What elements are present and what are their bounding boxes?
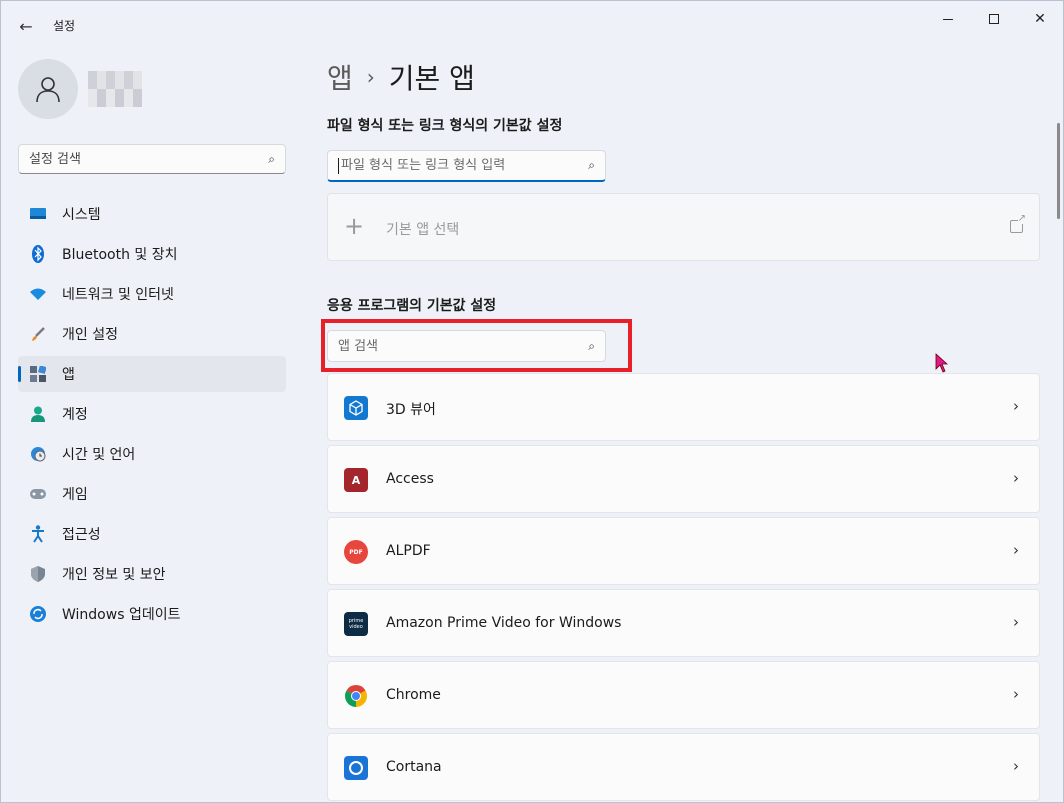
sidebar-item-windows-update[interactable]: Windows 업데이트 [18,596,286,632]
sidebar-item-apps[interactable]: 앱 [18,356,286,392]
back-button[interactable]: ← [11,13,41,39]
alpdf-icon-text: PDF [349,548,363,556]
page-title: 기본 앱 [388,62,475,95]
settings-search-box[interactable]: ⌕ [18,144,286,174]
file-type-search-input[interactable] [341,158,589,173]
app-name: ALPDF [386,543,431,559]
app-row-alpdf[interactable]: PDF ALPDF › [327,517,1040,585]
file-type-section-title: 파일 형식 또는 링크 형식의 기본값 설정 [327,118,563,134]
app-name: Chrome [386,687,441,703]
sidebar-item-label: 개인 설정 [62,327,118,343]
sidebar-item-accessibility[interactable]: 접근성 [18,516,286,552]
app-row-cortana[interactable]: Cortana › [327,733,1040,801]
window-title: 설정 [53,19,76,33]
search-icon: ⌕ [268,151,275,166]
access-icon: A [344,468,368,492]
alpdf-icon: PDF [344,540,368,564]
chevron-right-icon: › [1013,757,1019,775]
update-icon [28,604,48,624]
file-type-search-box[interactable]: ⌕ [327,150,606,182]
app-row-3d-viewer[interactable]: 3D 뷰어 › [327,373,1040,441]
sidebar-nav: 시스템 Bluetooth 및 장치 네트워크 및 인터넷 개인 설정 앱 계정… [18,196,286,636]
chevron-right-icon: › [1013,397,1019,415]
chrome-icon [344,684,368,708]
sidebar-item-gaming[interactable]: 게임 [18,476,286,512]
sidebar-item-label: 네트워크 및 인터넷 [62,287,174,303]
search-icon: ⌕ [588,158,595,172]
minimize-icon [943,18,953,20]
prime-video-icon-text: prime video [348,618,364,630]
chevron-right-icon: › [1013,613,1019,631]
sidebar-item-label: Windows 업데이트 [62,607,181,623]
maximize-button[interactable] [971,5,1017,33]
apps-icon [28,364,48,384]
gamepad-icon [28,484,48,504]
plus-icon: + [344,212,365,240]
text-caret [338,157,339,174]
sidebar-item-time-language[interactable]: 시간 및 언어 [18,436,286,472]
choose-default-app-label: 기본 앱 선택 [386,222,460,238]
breadcrumb: 앱 › 기본 앱 [327,57,475,97]
shield-icon [28,564,48,584]
app-name: Amazon Prime Video for Windows [386,615,622,631]
breadcrumb-separator: › [366,65,375,89]
avatar[interactable] [18,59,78,119]
sidebar-item-system[interactable]: 시스템 [18,196,286,232]
maximize-icon [989,14,999,24]
accessibility-icon [28,524,48,544]
sidebar-item-bluetooth[interactable]: Bluetooth 및 장치 [18,236,286,272]
wifi-icon [28,284,48,304]
sidebar-item-label: 시스템 [62,207,101,223]
app-name: Cortana [386,759,442,775]
sidebar-item-label: 계정 [62,407,88,423]
app-row-prime-video[interactable]: prime video Amazon Prime Video for Windo… [327,589,1040,657]
sidebar-item-label: 시간 및 언어 [62,447,136,463]
sidebar-item-label: 게임 [62,487,88,503]
sidebar-item-label: 앱 [62,367,75,383]
sidebar-item-label: 개인 정보 및 보안 [62,567,166,583]
chevron-right-icon: › [1013,541,1019,559]
access-icon-letter: A [351,473,361,487]
app-list: 3D 뷰어 › A Access › PDF ALPDF › prime vid… [327,373,1040,803]
close-icon: ✕ [1034,11,1046,27]
choose-default-app-card[interactable]: + 기본 앱 선택 [327,193,1040,261]
close-button[interactable]: ✕ [1017,5,1063,33]
app-row-chrome[interactable]: Chrome › [327,661,1040,729]
back-arrow-icon: ← [19,16,33,36]
user-icon [36,77,60,103]
app-name: 3D 뷰어 [386,402,436,418]
clock-globe-icon [28,444,48,464]
open-external-icon [1010,213,1026,233]
sidebar-item-accounts[interactable]: 계정 [18,396,286,432]
sidebar-item-network[interactable]: 네트워크 및 인터넷 [18,276,286,312]
settings-search-input[interactable] [29,151,269,167]
sidebar-item-privacy[interactable]: 개인 정보 및 보안 [18,556,286,592]
user-name-blurred [88,71,142,107]
sidebar-item-personalization[interactable]: 개인 설정 [18,316,286,352]
minimize-button[interactable] [925,5,971,33]
apps-section-title: 응용 프로그램의 기본값 설정 [327,298,497,314]
account-icon [28,404,48,424]
chevron-right-icon: › [1013,685,1019,703]
cortana-icon [344,756,368,780]
app-row-access[interactable]: A Access › [327,445,1040,513]
chevron-right-icon: › [1013,469,1019,487]
settings-window: ← 설정 ✕ ⌕ 시스템 Bluetooth 및 장치 [0,0,1064,803]
mouse-cursor-icon [935,353,949,377]
prime-video-icon: prime video [344,612,368,636]
bluetooth-icon [28,244,48,264]
3d-viewer-icon [344,396,368,420]
system-display-icon [28,204,48,224]
breadcrumb-parent[interactable]: 앱 [327,57,353,97]
sidebar-item-label: 접근성 [62,527,101,543]
app-name: Access [386,471,434,487]
sidebar-item-label: Bluetooth 및 장치 [62,247,178,263]
paintbrush-icon [28,324,48,344]
title-bar: ← 설정 ✕ [1,1,1063,49]
scrollbar-thumb[interactable] [1057,123,1060,219]
annotation-highlight-box [321,319,632,372]
